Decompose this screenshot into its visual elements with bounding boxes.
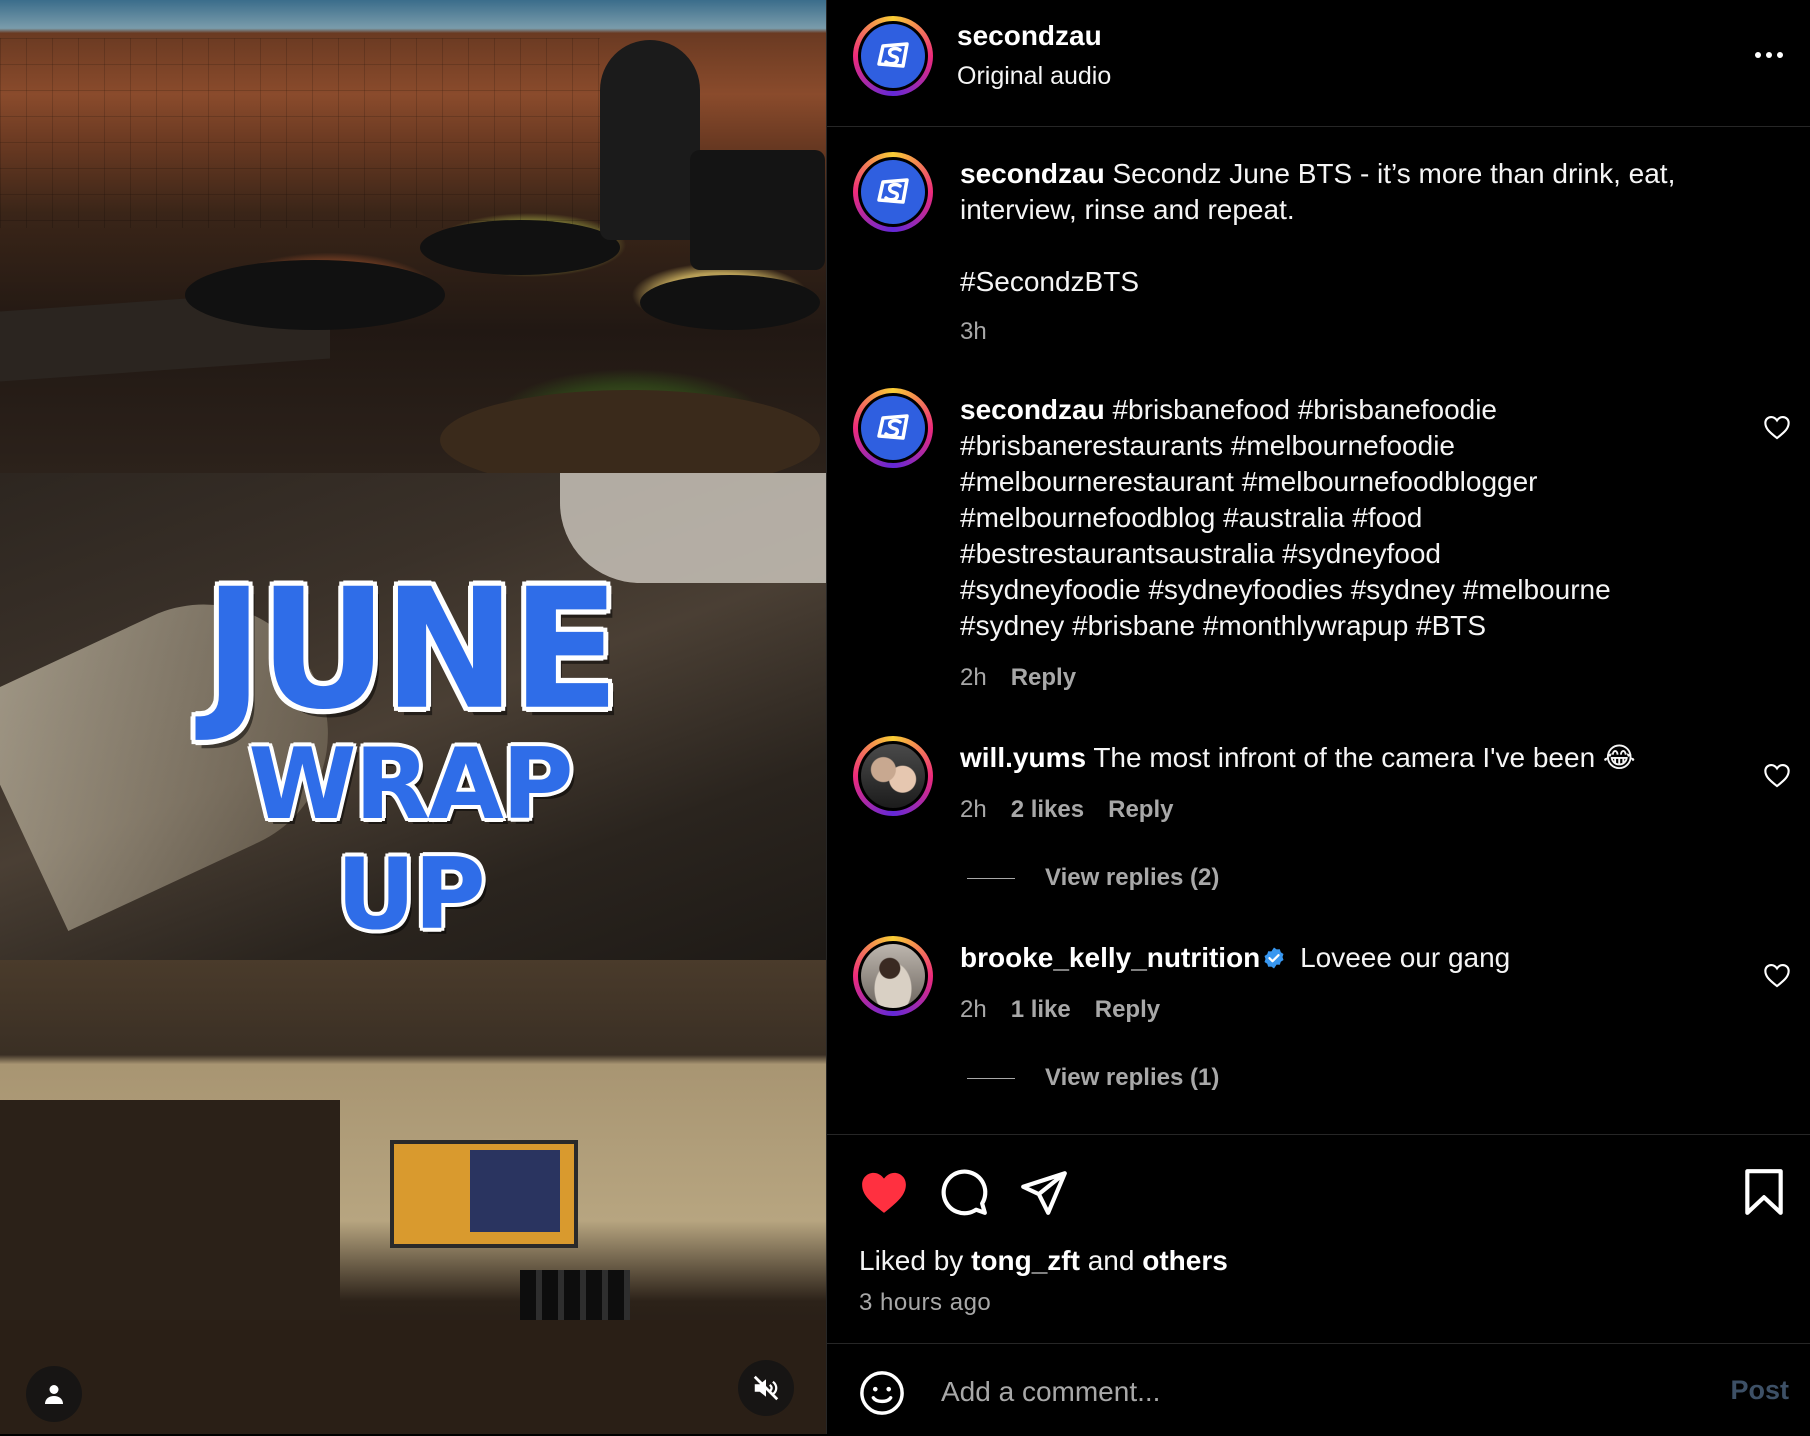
comment-meta: 2h Reply: [960, 664, 1076, 692]
mute-toggle-button[interactable]: [738, 1360, 794, 1416]
verified-badge-icon: [1264, 947, 1284, 969]
original-audio-link[interactable]: Original audio: [957, 62, 1111, 91]
comment-avatar[interactable]: [853, 736, 933, 816]
caption-username[interactable]: secondzau: [960, 158, 1105, 189]
person-icon: [45, 1385, 63, 1404]
emoji-icon[interactable]: [859, 1370, 905, 1416]
comment-time[interactable]: 2h: [960, 796, 987, 824]
comment-time[interactable]: 2h: [960, 996, 987, 1024]
comment-avatar[interactable]: [853, 388, 933, 468]
reply-button[interactable]: Reply: [1095, 996, 1160, 1024]
liked-by-others[interactable]: others: [1142, 1245, 1228, 1276]
video-frame-dumplings: [0, 473, 826, 960]
comment-body: #brisbanefood #brisbanefoodie #brisbaner…: [960, 394, 1611, 641]
reel-video[interactable]: JUNE WRAP UP: [0, 0, 826, 1434]
add-comment-bar: Post: [827, 1343, 1810, 1436]
comment-text: will.yums The most infront of the camera…: [960, 740, 1730, 776]
reply-button[interactable]: Reply: [1011, 664, 1076, 692]
post-timestamp[interactable]: 3 hours ago: [859, 1289, 991, 1317]
heart-filled-icon[interactable]: [859, 1167, 909, 1217]
view-replies-button[interactable]: View replies (2): [967, 864, 1219, 892]
reply-button[interactable]: Reply: [1108, 796, 1173, 824]
caption-meta: 3h: [960, 318, 987, 346]
liked-by-user[interactable]: tong_zft: [971, 1245, 1080, 1276]
author-username[interactable]: secondzau: [957, 20, 1102, 52]
view-replies-button[interactable]: View replies (1): [967, 1064, 1219, 1092]
liked-by-text: Liked by tong_zft and others: [859, 1245, 1228, 1277]
like-comment-heart-icon[interactable]: [1763, 762, 1791, 788]
comment-text: secondzau #brisbanefood #brisbanefoodie …: [960, 392, 1620, 644]
secondz-logo-icon: [877, 42, 909, 68]
caption-avatar[interactable]: [853, 152, 933, 232]
comment-likes[interactable]: 1 like: [1011, 996, 1071, 1024]
comment-username[interactable]: will.yums: [960, 742, 1086, 773]
comment-username[interactable]: brooke_kelly_nutrition: [960, 942, 1260, 973]
comment-meta: 2h 2 likes Reply: [960, 796, 1173, 824]
caption-time[interactable]: 3h: [960, 318, 987, 346]
comment-time[interactable]: 2h: [960, 664, 987, 692]
divider-line: [967, 877, 1015, 879]
comment-text: brooke_kelly_nutrition Loveee our gang: [960, 940, 1730, 976]
add-comment-input[interactable]: [939, 1366, 1583, 1418]
post-sidebar: secondzau Original audio secondzau Secon…: [826, 0, 1810, 1434]
comment-meta: 2h 1 like Reply: [960, 996, 1160, 1024]
send-icon[interactable]: [1019, 1167, 1069, 1217]
video-frame-restaurant-bar: [0, 960, 826, 1434]
comment-body: The most infront of the camera I've been…: [1086, 742, 1636, 773]
comment-avatar[interactable]: [853, 936, 933, 1016]
comment-likes[interactable]: 2 likes: [1011, 796, 1084, 824]
more-horizontal-icon: [1755, 52, 1761, 58]
like-comment-heart-icon[interactable]: [1763, 414, 1791, 440]
more-options-button[interactable]: [1749, 40, 1789, 70]
divider-line: [967, 1077, 1015, 1079]
post-actions: Liked by tong_zft and others 3 hours ago…: [827, 1134, 1810, 1435]
comment-body: Loveee our gang: [1292, 942, 1511, 973]
tagged-people-button[interactable]: [26, 1366, 82, 1422]
comment-icon[interactable]: [939, 1167, 989, 1217]
liked-by-and: and: [1079, 1245, 1143, 1276]
like-comment-heart-icon[interactable]: [1763, 962, 1791, 988]
caption-text: secondzau Secondz June BTS - it’s more t…: [960, 156, 1730, 300]
post-comment-button[interactable]: Post: [1724, 1374, 1795, 1407]
liked-by-prefix: Liked by: [859, 1245, 972, 1276]
speaker-muted-icon: [753, 1375, 779, 1401]
view-replies-label: View replies (1): [1045, 1064, 1220, 1091]
bookmark-icon[interactable]: [1739, 1167, 1789, 1217]
caption-hashtag[interactable]: #SecondzBTS: [960, 264, 1730, 300]
comment-username[interactable]: secondzau: [960, 394, 1105, 425]
secondz-logo-icon: [877, 178, 909, 204]
post-header: secondzau Original audio: [827, 0, 1810, 127]
author-avatar[interactable]: [853, 16, 933, 96]
video-frame-kitchen: [0, 0, 826, 473]
view-replies-label: View replies (2): [1045, 864, 1220, 891]
secondz-logo-icon: [877, 414, 909, 440]
